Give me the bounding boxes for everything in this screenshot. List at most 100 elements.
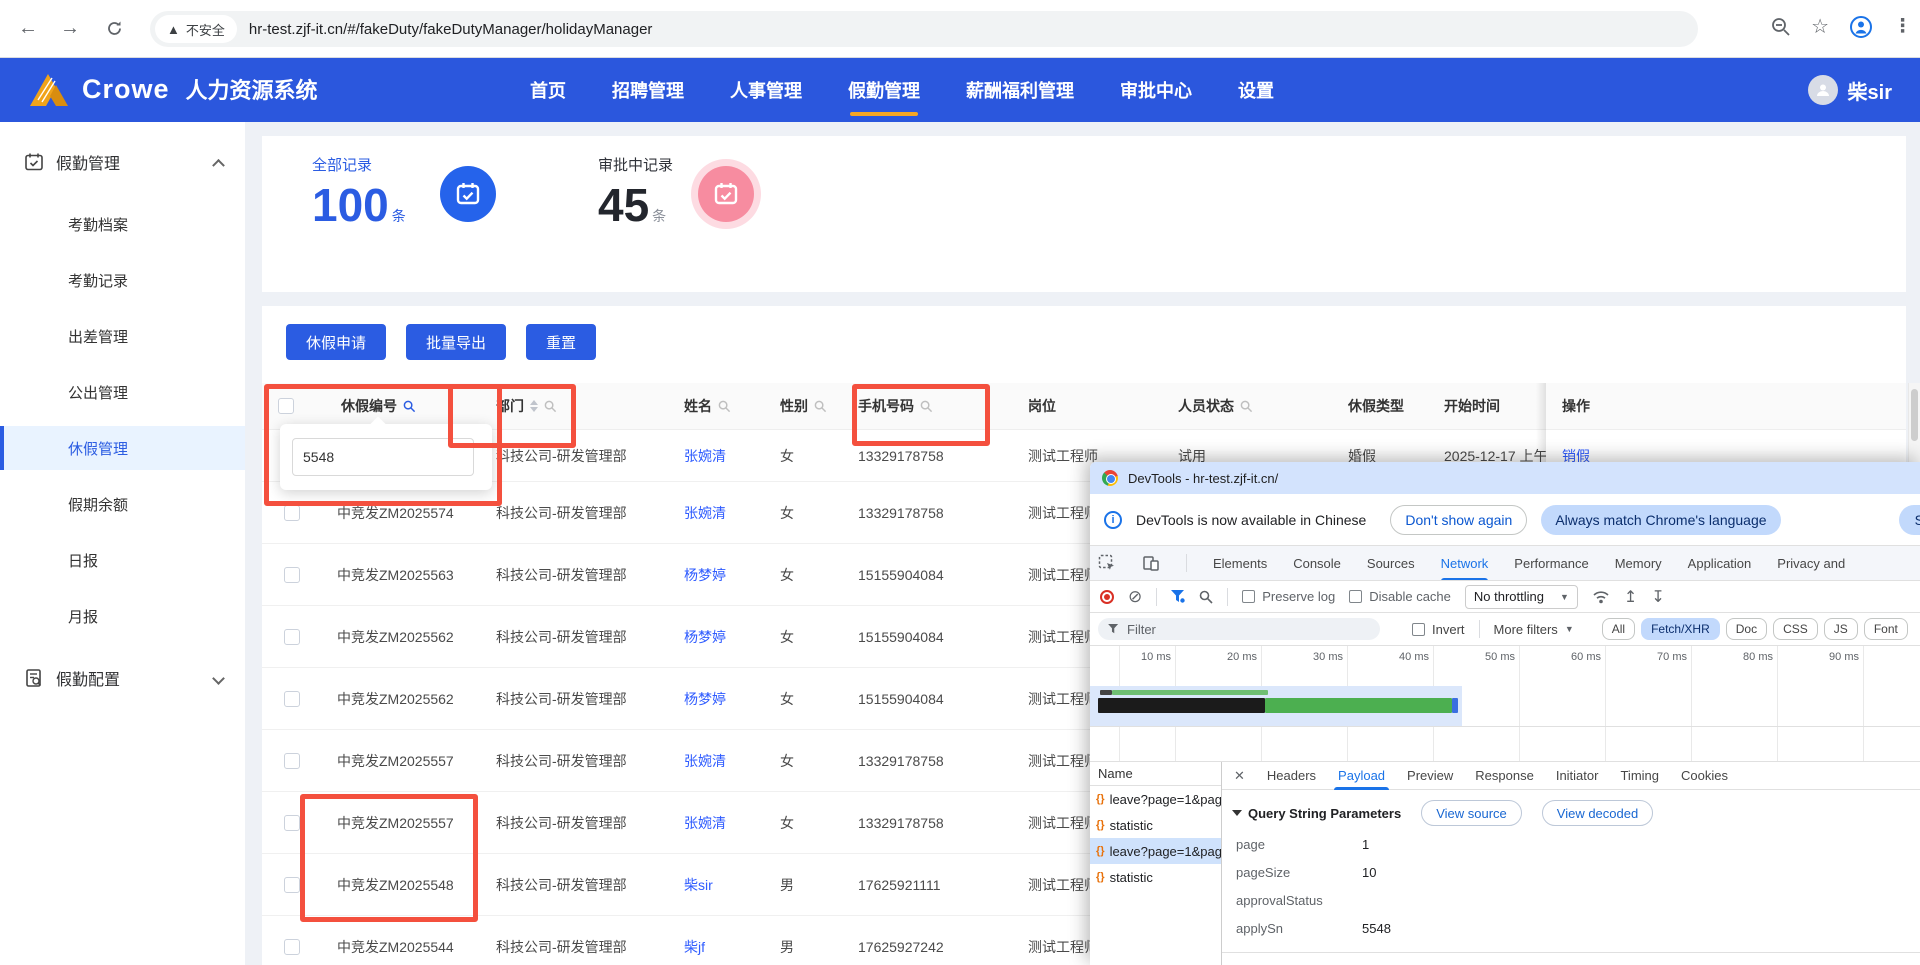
search-icon[interactable]: [718, 400, 731, 413]
invert-checkbox[interactable]: Invert: [1412, 622, 1465, 637]
column-header-gender[interactable]: 性别: [764, 383, 842, 429]
infobar-partial-button[interactable]: S: [1899, 505, 1920, 535]
search-icon[interactable]: [1199, 590, 1213, 604]
export-har-icon[interactable]: ↧: [1651, 587, 1664, 607]
devtools-tab-console[interactable]: Console: [1293, 546, 1341, 581]
profile-icon[interactable]: [1849, 15, 1873, 39]
search-icon[interactable]: [1240, 400, 1253, 413]
row-checkbox[interactable]: [284, 629, 300, 645]
employee-link[interactable]: 张婉清: [684, 446, 726, 466]
table-scrollbar[interactable]: [1908, 383, 1920, 462]
request-row[interactable]: {}statistic: [1090, 812, 1221, 838]
detail-tab-cookies[interactable]: Cookies: [1681, 762, 1728, 790]
device-toolbar-icon[interactable]: [1142, 554, 1160, 572]
bookmark-star-icon[interactable]: ☆: [1811, 14, 1829, 39]
request-list-header[interactable]: Name: [1090, 762, 1221, 786]
devtools-tab-performance[interactable]: Performance: [1514, 546, 1588, 581]
search-icon[interactable]: [544, 400, 557, 413]
network-conditions-icon[interactable]: [1592, 590, 1610, 604]
sidebar-item-3[interactable]: 公出管理: [0, 370, 245, 414]
sort-icons[interactable]: [530, 400, 538, 412]
sidebar-item-7[interactable]: 月报: [0, 594, 245, 638]
detail-tab-timing[interactable]: Timing: [1620, 762, 1659, 790]
checkbox[interactable]: [1349, 590, 1362, 603]
nav-item-2[interactable]: 人事管理: [730, 58, 802, 122]
zoom-out-icon[interactable]: [1771, 17, 1791, 37]
close-icon[interactable]: ✕: [1234, 768, 1245, 784]
filter-chip-css[interactable]: CSS: [1773, 618, 1818, 640]
security-chip[interactable]: ▲︎ 不安全: [155, 15, 237, 43]
request-row[interactable]: {}leave?page=1&pageSi…: [1090, 786, 1221, 812]
column-header-type[interactable]: 休假类型: [1332, 383, 1428, 429]
row-checkbox[interactable]: [284, 877, 300, 893]
devtools-tab-application[interactable]: Application: [1688, 546, 1752, 581]
employee-link[interactable]: 杨梦婷: [684, 565, 726, 585]
apply-leave-button[interactable]: 休假申请: [286, 324, 386, 360]
kebab-menu-icon[interactable]: ⋮: [1893, 15, 1912, 38]
column-header-dept[interactable]: 部门: [480, 383, 668, 429]
devtools-tab-privacy-and[interactable]: Privacy and: [1777, 546, 1845, 581]
clear-icon[interactable]: ⊘: [1128, 587, 1142, 607]
sidebar-group-holiday-config[interactable]: 假勤配置: [0, 650, 245, 706]
employee-link[interactable]: 柴sir: [684, 875, 713, 895]
preserve-log-checkbox[interactable]: Preserve log: [1242, 589, 1335, 604]
sidebar-item-1[interactable]: 考勤记录: [0, 258, 245, 302]
devtools-tab-sources[interactable]: Sources: [1367, 546, 1415, 581]
column-header-post[interactable]: 岗位: [1012, 383, 1162, 429]
search-icon[interactable]: [403, 400, 416, 413]
devtools-titlebar[interactable]: DevTools - hr-test.zjf-it.cn/: [1090, 462, 1920, 494]
network-timeline[interactable]: 10 ms20 ms30 ms40 ms50 ms60 ms70 ms80 ms…: [1090, 646, 1920, 762]
column-header-checkbox[interactable]: [262, 383, 325, 429]
row-checkbox[interactable]: [284, 505, 300, 521]
filter-input[interactable]: [292, 438, 474, 476]
devtools-tab-network[interactable]: Network: [1441, 546, 1489, 581]
employee-link[interactable]: 张婉清: [684, 503, 726, 523]
employee-link[interactable]: 张婉清: [684, 813, 726, 833]
sidebar-item-0[interactable]: 考勤档案: [0, 202, 245, 246]
view-decoded-button[interactable]: View decoded: [1542, 800, 1653, 826]
devtools-tab-elements[interactable]: Elements: [1213, 546, 1267, 581]
column-header-name[interactable]: 姓名: [668, 383, 764, 429]
back-icon[interactable]: ←: [14, 14, 42, 42]
disable-cache-checkbox[interactable]: Disable cache: [1349, 589, 1451, 604]
match-language-button[interactable]: Always match Chrome's language: [1541, 505, 1780, 535]
search-icon[interactable]: [920, 400, 933, 413]
address-bar[interactable]: ▲︎ 不安全 hr-test.zjf-it.cn/#/fakeDuty/fake…: [150, 11, 1698, 47]
row-checkbox[interactable]: [284, 691, 300, 707]
detail-tab-initiator[interactable]: Initiator: [1556, 762, 1599, 790]
forward-icon[interactable]: →: [56, 14, 84, 42]
throttling-select[interactable]: No throttling▼: [1465, 585, 1578, 609]
search-icon[interactable]: [814, 400, 827, 413]
sidebar-item-2[interactable]: 出差管理: [0, 314, 245, 358]
sidebar-item-6[interactable]: 日报: [0, 538, 245, 582]
nav-item-5[interactable]: 审批中心: [1120, 58, 1192, 122]
detail-tab-payload[interactable]: Payload: [1338, 762, 1385, 790]
column-header-phone[interactable]: 手机号码: [842, 383, 1012, 429]
devtools-tab-memory[interactable]: Memory: [1615, 546, 1662, 581]
reset-button[interactable]: 重置: [526, 324, 596, 360]
filter-chip-js[interactable]: JS: [1824, 618, 1858, 640]
sidebar-item-4[interactable]: 休假管理: [0, 426, 245, 470]
column-header-status[interactable]: 人员状态: [1162, 383, 1332, 429]
column-header-start[interactable]: 开始时间: [1428, 383, 1546, 429]
row-checkbox[interactable]: [284, 567, 300, 583]
row-checkbox[interactable]: [284, 939, 300, 955]
filter-chip-font[interactable]: Font: [1864, 618, 1908, 640]
inspect-icon[interactable]: [1098, 554, 1116, 572]
request-row[interactable]: {}leave?page=1&pageSi…: [1090, 838, 1221, 864]
refresh-icon[interactable]: [100, 14, 128, 42]
view-source-button[interactable]: View source: [1421, 800, 1522, 826]
employee-link[interactable]: 张婉清: [684, 751, 726, 771]
detail-tab-response[interactable]: Response: [1475, 762, 1534, 790]
filter-funnel-icon[interactable]: [1171, 590, 1185, 603]
select-all-checkbox[interactable]: [278, 398, 294, 414]
batch-export-button[interactable]: 批量导出: [406, 324, 506, 360]
sidebar-item-5[interactable]: 假期余额: [0, 482, 245, 526]
column-header-action[interactable]: 操作: [1546, 383, 1906, 429]
employee-link[interactable]: 杨梦婷: [684, 689, 726, 709]
checkbox[interactable]: [1242, 590, 1255, 603]
nav-item-3[interactable]: 假勤管理: [848, 58, 920, 122]
network-filter-input[interactable]: Filter: [1098, 618, 1380, 640]
dont-show-again-button[interactable]: Don't show again: [1390, 505, 1527, 535]
detail-tab-preview[interactable]: Preview: [1407, 762, 1453, 790]
